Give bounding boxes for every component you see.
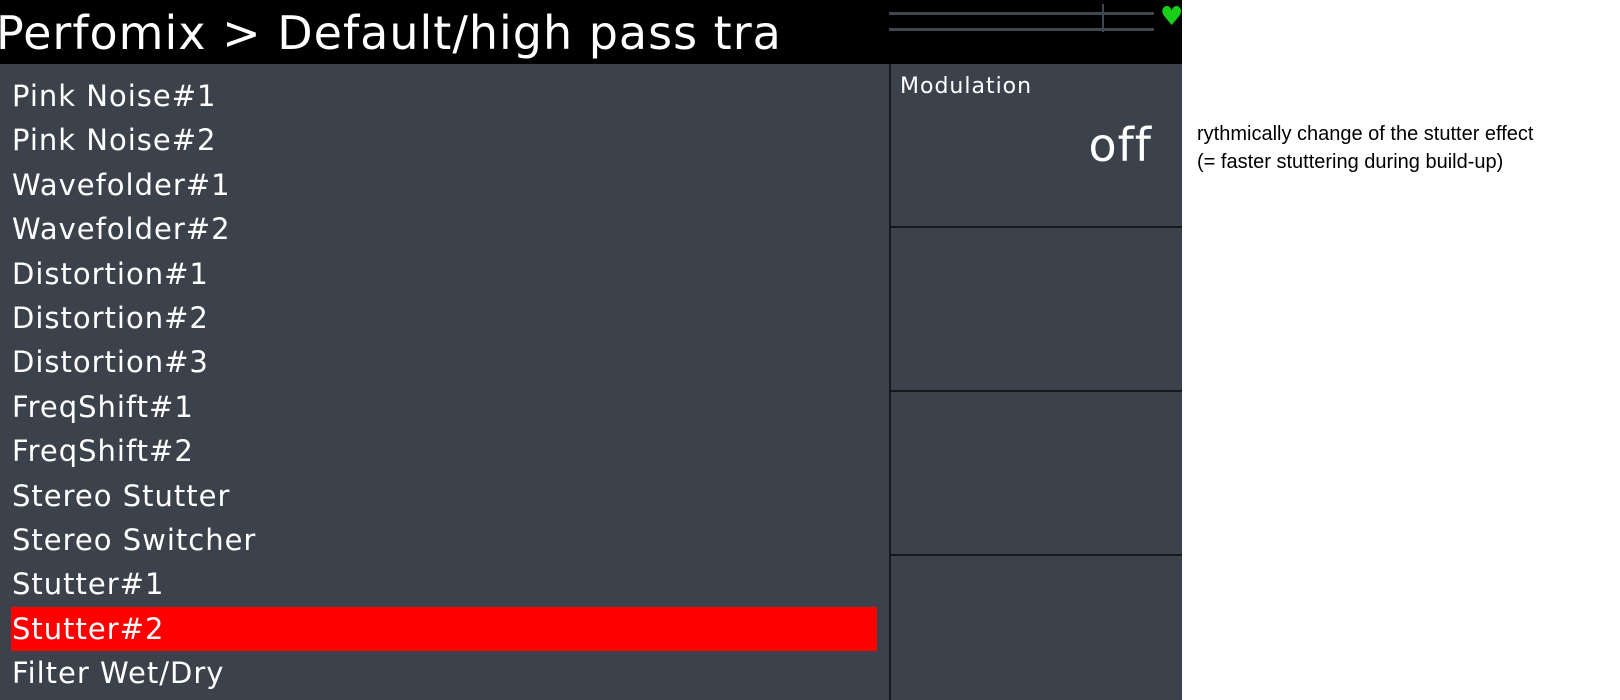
annotation-line-1: rythmically change of the stutter effect [1197, 123, 1534, 145]
list-item[interactable]: Distortion#1 [0, 252, 865, 296]
list-item[interactable]: Wavefolder#2 [0, 207, 865, 251]
annotation-line-2: (= faster stuttering during build-up) [1197, 151, 1504, 173]
modulation-label: Modulation [900, 74, 1033, 99]
meter-track-bottom [889, 28, 1154, 31]
list-item[interactable]: Pink Noise#2 [0, 118, 865, 162]
heart-icon: ♥ [1160, 2, 1182, 32]
meter-track-top [889, 12, 1154, 15]
list-item[interactable]: Distortion#3 [0, 340, 865, 384]
list-item[interactable]: FreqShift#2 [0, 429, 865, 473]
parameter-panel: Modulation off [891, 64, 1182, 700]
list-item[interactable]: Distortion#2 [0, 296, 865, 340]
list-item[interactable]: Stereo Stutter [0, 474, 865, 518]
parameter-cell-empty-3[interactable] [891, 556, 1182, 700]
perfomix-device-screen: Perfomix > Default/high pass tra ♥ Pink … [0, 0, 1182, 700]
modulation-cell[interactable]: Modulation off [891, 64, 1182, 228]
list-item-selected[interactable]: Stutter#2 [11, 606, 877, 652]
meter-marker [1102, 4, 1104, 32]
list-item[interactable]: Stereo Switcher [0, 518, 865, 562]
list-item[interactable]: Pink Noise#1 [0, 74, 865, 118]
list-item[interactable]: Wavefolder#1 [0, 163, 865, 207]
level-meter [889, 4, 1154, 34]
title-bar: Perfomix > Default/high pass tra ♥ [0, 0, 1182, 64]
modulation-value: off [1088, 118, 1152, 172]
list-item[interactable]: Stutter#1 [0, 562, 865, 606]
page-title: Perfomix > Default/high pass tra [0, 6, 782, 60]
effect-list: Pink Noise#1 Pink Noise#2 Wavefolder#1 Wave… [0, 74, 889, 695]
parameter-cell-empty-1[interactable] [891, 228, 1182, 392]
parameter-cell-empty-2[interactable] [891, 392, 1182, 556]
annotation-note: rythmically change of the stutter effect… [1197, 120, 1533, 176]
list-item[interactable]: FreqShift#1 [0, 385, 865, 429]
list-item[interactable]: Filter Wet/Dry [0, 651, 865, 695]
